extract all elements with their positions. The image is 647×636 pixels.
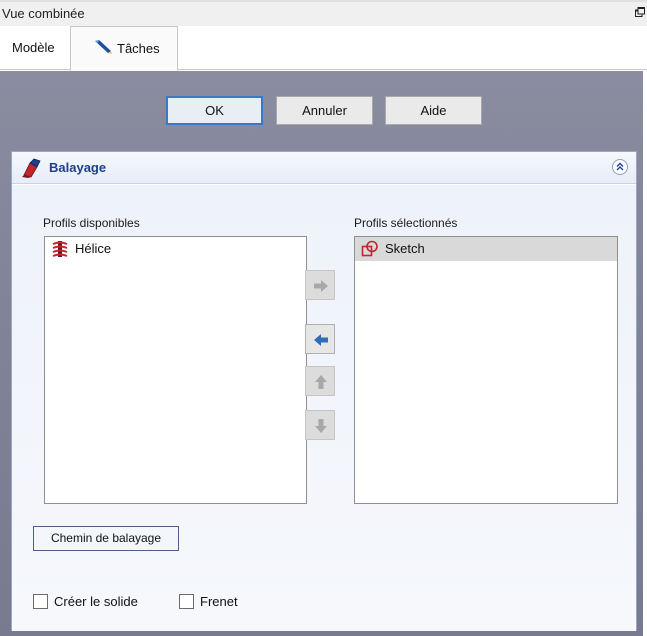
panel-header[interactable]: Balayage — [12, 152, 636, 184]
tab-taches[interactable]: Tâches — [70, 26, 178, 71]
tab-bar: Modèle Tâches — [0, 26, 647, 71]
ok-button[interactable]: OK — [166, 96, 263, 125]
tab-label: Tâches — [117, 41, 160, 56]
cancel-button[interactable]: Annuler — [276, 96, 373, 125]
selected-profiles-label: Profils sélectionnés — [354, 216, 458, 230]
arrow-left-icon — [314, 334, 328, 346]
tab-label: Modèle — [12, 40, 55, 55]
undock-icon[interactable] — [635, 7, 645, 17]
panel-title: Balayage — [49, 160, 107, 175]
sweep-path-button[interactable]: Chemin de balayage — [33, 526, 179, 551]
sketch-icon — [361, 240, 378, 257]
create-solid-checkbox[interactable]: Créer le solide — [33, 593, 163, 611]
remove-profile-button[interactable] — [305, 324, 335, 354]
checkbox-box[interactable] — [33, 594, 48, 609]
item-label: Sketch — [385, 241, 425, 256]
pencil-icon — [95, 40, 112, 54]
arrow-right-icon — [314, 280, 328, 292]
arrow-down-icon — [315, 419, 327, 433]
move-up-button[interactable] — [305, 366, 335, 396]
checkbox-label: Créer le solide — [54, 594, 138, 609]
arrow-up-icon — [315, 375, 327, 389]
collapse-button[interactable] — [612, 159, 628, 175]
title-bar: Vue combinée — [0, 0, 647, 26]
sweep-icon — [22, 158, 41, 178]
item-label: Hélice — [75, 241, 112, 256]
help-button[interactable]: Aide — [385, 96, 482, 125]
collapse-up-icon — [616, 162, 624, 171]
helix-icon — [52, 241, 68, 257]
checkbox-box[interactable] — [179, 594, 194, 609]
checkbox-label: Frenet — [200, 594, 238, 609]
selected-profiles-list[interactable]: Sketch — [354, 236, 618, 504]
list-item[interactable]: Sketch — [355, 237, 617, 261]
move-down-button[interactable] — [305, 410, 335, 440]
available-profiles-list[interactable]: Hélice — [44, 236, 307, 504]
available-profiles-label: Profils disponibles — [43, 216, 140, 230]
frenet-checkbox[interactable]: Frenet — [179, 593, 259, 611]
list-item[interactable]: Hélice — [45, 237, 306, 261]
add-profile-button[interactable] — [305, 270, 335, 300]
window-title: Vue combinée — [2, 6, 85, 21]
tab-modele[interactable]: Modèle — [0, 30, 70, 70]
